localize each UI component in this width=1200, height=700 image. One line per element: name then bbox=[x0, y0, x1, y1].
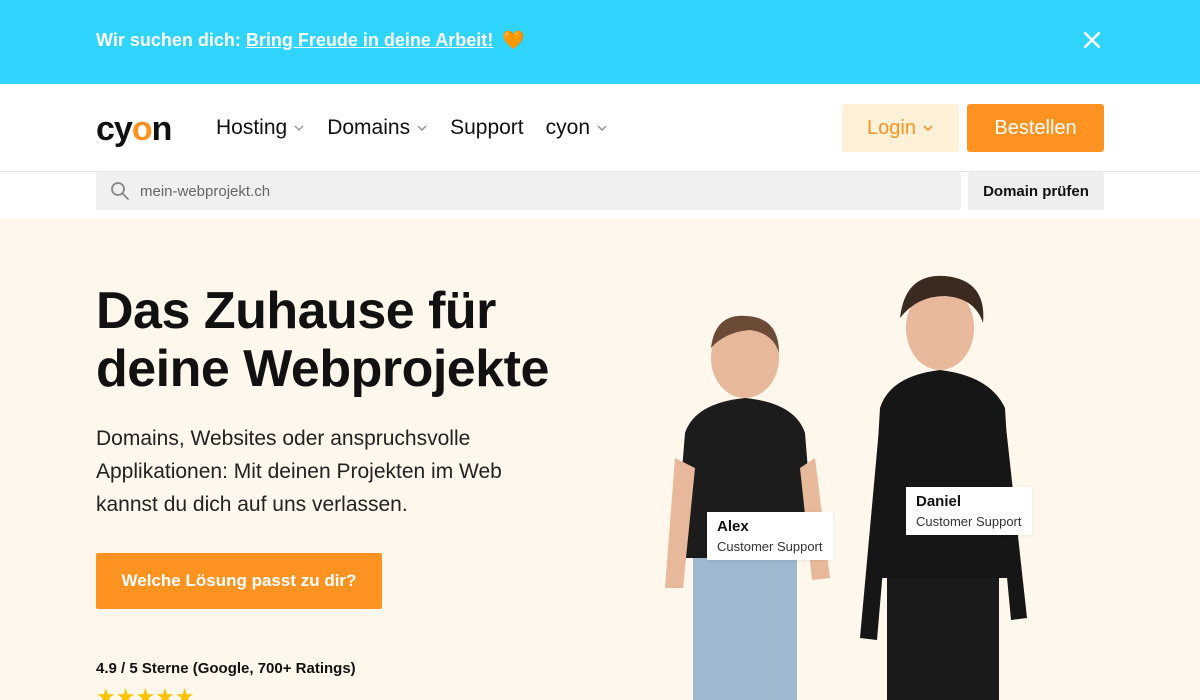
nav-label: Support bbox=[450, 116, 524, 139]
team-card-daniel: Daniel Customer Support bbox=[906, 487, 1032, 535]
team-card-role: Customer Support bbox=[717, 539, 823, 554]
team-card-name: Alex bbox=[717, 518, 749, 535]
rating-text: 4.9 / 5 Sterne (Google, 700+ Ratings) bbox=[96, 660, 356, 677]
domain-search-input[interactable] bbox=[140, 172, 940, 210]
announcement-prefix: Wir suchen dich: bbox=[96, 30, 241, 50]
heart-icon: 🧡 bbox=[502, 30, 525, 50]
search-icon bbox=[111, 182, 129, 200]
nav-label: Hosting bbox=[216, 116, 288, 139]
team-card-alex: Alex Customer Support bbox=[707, 512, 833, 560]
rating-stars: ★★★★★ bbox=[96, 684, 195, 700]
hero-title-line1: Das Zuhause für bbox=[96, 282, 496, 340]
chevron-down-icon bbox=[294, 125, 304, 132]
main-nav: Hosting Domains Support cyon bbox=[216, 116, 608, 140]
hero-description: Domains, Websites oder anspruchsvolle Ap… bbox=[96, 427, 502, 516]
nav-label: Domains bbox=[327, 116, 411, 139]
team-card-role: Customer Support bbox=[916, 514, 1022, 529]
login-button[interactable]: Login bbox=[842, 104, 959, 152]
nav-item-cyon[interactable]: cyon bbox=[546, 116, 608, 140]
hero-section: Das Zuhause für deine Webprojekte Domain… bbox=[0, 218, 1200, 700]
logo-text-start: cy bbox=[96, 110, 133, 148]
person-alex bbox=[665, 315, 830, 700]
team-card-name: Daniel bbox=[916, 493, 962, 510]
nav-label: cyon bbox=[545, 116, 590, 139]
hero-title: Das Zuhause für deine Webprojekte bbox=[96, 282, 616, 398]
nav-item-domains[interactable]: Domains bbox=[327, 116, 428, 140]
logo-text-o: o bbox=[131, 110, 153, 148]
chevron-down-icon bbox=[597, 125, 607, 132]
announcement-link[interactable]: Bring Freude in deine Arbeit! bbox=[246, 30, 493, 50]
order-button[interactable]: Bestellen bbox=[967, 104, 1104, 152]
chevron-down-icon bbox=[417, 125, 427, 132]
cyon-logo[interactable]: cyon bbox=[96, 110, 173, 149]
domain-search-box bbox=[96, 172, 961, 210]
domain-search-row: Domain prüfen bbox=[0, 172, 1200, 218]
solution-finder-button[interactable]: Welche Lösung passt zu dir? bbox=[96, 553, 382, 609]
hero-title-line2: deine Webprojekte bbox=[96, 340, 549, 398]
nav-item-hosting[interactable]: Hosting bbox=[216, 116, 305, 140]
domain-check-button[interactable]: Domain prüfen bbox=[968, 172, 1104, 210]
team-photo bbox=[665, 275, 1027, 700]
site-header: cyon Hosting Domains Support cyon Login … bbox=[0, 84, 1200, 172]
announcement-text: Wir suchen dich: Bring Freude in deine A… bbox=[96, 30, 525, 51]
chevron-down-icon bbox=[923, 125, 933, 132]
nav-item-support[interactable]: Support bbox=[450, 116, 524, 140]
announcement-bar: Wir suchen dich: Bring Freude in deine A… bbox=[0, 0, 1200, 84]
logo-text-end: n bbox=[151, 110, 173, 148]
close-icon[interactable] bbox=[1080, 28, 1104, 52]
login-label: Login bbox=[867, 116, 916, 139]
